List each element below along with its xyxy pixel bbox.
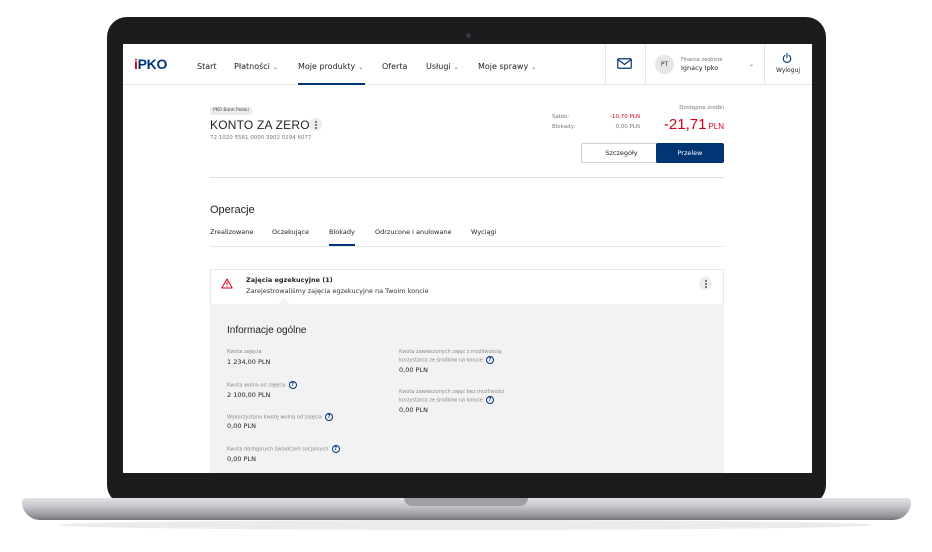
field-value: 0,00 PLN (227, 455, 256, 463)
field-value: 2 100,00 PLN (227, 391, 271, 399)
field-value: 0,00 PLN (399, 366, 428, 374)
info-icon[interactable]: ? (288, 381, 297, 389)
tab-rejected-cancelled[interactable]: Odrzucone i anulowane (375, 228, 451, 236)
info-icon[interactable]: ? (331, 445, 340, 453)
chevron-down-icon: ⌄ (531, 64, 537, 71)
laptop-shadow (60, 520, 872, 530)
top-navigation: iPKO Start Płatności ⌄ Moje produkty ⌄ Ofe… (123, 44, 812, 85)
field-label: Kwota wolna od zajęcia? (227, 381, 297, 390)
nav-divider (764, 44, 765, 85)
kebab-menu-icon[interactable] (309, 118, 322, 131)
field-label: Kwota zajęcia (227, 349, 262, 355)
tab-pending[interactable]: Oczekujące (272, 228, 309, 236)
field-value: 1 234,00 PLN (227, 358, 271, 366)
avatar[interactable]: PT (655, 55, 674, 74)
field-label: Kwota dostępnych świadczeń socjalnych? (227, 445, 340, 454)
info-icon[interactable]: ? (485, 396, 494, 404)
field-value: 0,00 PLN (227, 422, 256, 430)
general-info-title: Informacje ogólne (227, 325, 307, 336)
laptop-notch (404, 498, 528, 506)
available-funds-label: Dostępne środki (679, 105, 724, 111)
chevron-down-icon: ⌄ (358, 64, 364, 71)
chevron-down-icon: ⌄ (453, 64, 459, 71)
alert-description: Zarejestrowaliśmy zajęcia egzekucyjne na… (246, 287, 429, 295)
tab-blocks[interactable]: Blokady (329, 228, 355, 236)
account-name: KONTO ZA ZERO (210, 118, 310, 132)
logout-button[interactable]: Wyloguj (776, 67, 800, 74)
details-button[interactable]: Szczegóły (581, 143, 662, 163)
saldo-value: -10,70 PLN (610, 114, 640, 120)
user-role: Finanse osobiste (681, 57, 723, 63)
nav-item-my-matters[interactable]: Moje sprawy ⌄ (478, 62, 536, 71)
bank-badge: PKO Bank Polski (210, 107, 252, 115)
power-icon[interactable] (782, 53, 792, 63)
field-label: Kwota zawieszonych zajęć z możliwością k… (399, 349, 502, 364)
tab-statements[interactable]: Wyciągi (471, 228, 496, 236)
nav-item-my-products[interactable]: Moje produkty ⌄ (298, 62, 363, 71)
browser-screen: iPKO Start Płatności ⌄ Moje produkty ⌄ Ofe… (123, 44, 812, 473)
nav-active-indicator (298, 83, 365, 85)
alert-title: Zajęcia egzekucyjne (1) (246, 276, 333, 284)
nav-item-start[interactable]: Start (197, 62, 217, 71)
pko-logo[interactable]: iPKO (134, 56, 167, 72)
tab-completed[interactable]: Zrealizowane (210, 228, 253, 236)
user-name[interactable]: Ignacy Ipko (681, 64, 718, 72)
saldo-label: Saldo: (552, 114, 570, 120)
transfer-button[interactable]: Przelew (656, 143, 724, 163)
nav-divider (605, 44, 606, 85)
nav-item-services[interactable]: Usługi ⌄ (426, 62, 459, 71)
blokady-label: Blokady: (552, 124, 576, 130)
available-funds-value: -21,71 PLN (663, 116, 724, 133)
info-icon[interactable]: ? (485, 356, 494, 364)
mail-icon[interactable] (617, 58, 632, 69)
field-label: Wykorzystano kwotę wolną od zajęcia? (227, 413, 333, 422)
field-label: Kwota zawieszonych zajęć bez możliwości … (399, 389, 505, 404)
info-icon[interactable]: ? (324, 413, 333, 421)
nav-divider (645, 44, 646, 85)
nav-item-offer[interactable]: Oferta (382, 62, 407, 71)
account-number: 72 1020 5561 0000 3902 0294 6077 (210, 135, 312, 141)
nav-item-payments[interactable]: Płatności ⌄ (234, 62, 278, 71)
camera-icon (466, 33, 471, 38)
divider (210, 246, 724, 247)
blokady-value: 0,00 PLN (615, 124, 641, 130)
warning-icon (221, 278, 233, 289)
operations-title: Operacje (210, 204, 255, 216)
field-value: 0,00 PLN (399, 406, 428, 414)
kebab-menu-icon[interactable] (699, 277, 712, 290)
divider (210, 177, 724, 178)
chevron-down-icon: ⌄ (272, 64, 278, 71)
chevron-down-icon[interactable]: ⌄ (749, 61, 754, 68)
